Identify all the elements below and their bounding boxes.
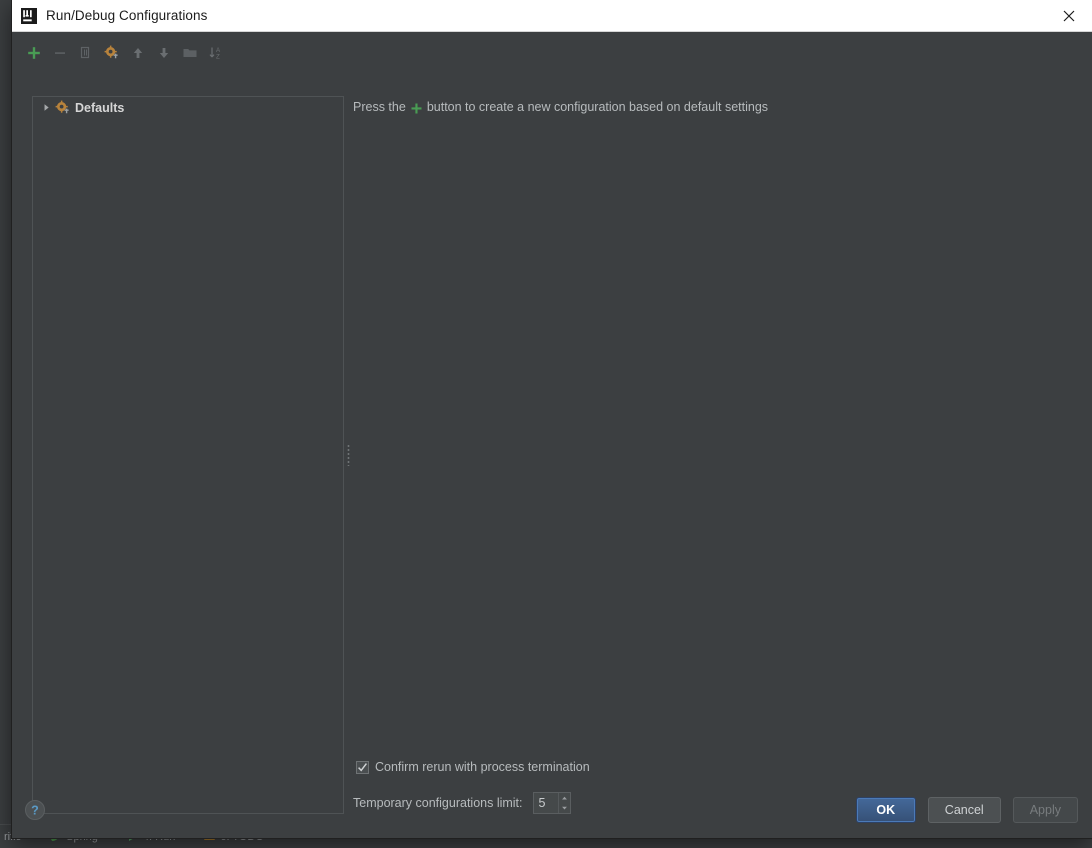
run-configuration-gear-icon bbox=[55, 100, 71, 116]
intellij-idea-logo-icon bbox=[21, 7, 37, 24]
checkbox-checked-icon bbox=[356, 760, 369, 774]
copy-configuration-button[interactable] bbox=[74, 41, 98, 65]
help-question-icon: ? bbox=[25, 800, 45, 820]
confirm-rerun-checkbox[interactable]: Confirm rerun with process termination bbox=[356, 760, 590, 774]
dialog-body: A Z Defaults Press the button to create … bbox=[12, 32, 1092, 838]
dialog-title: Run/Debug Configurations bbox=[46, 8, 208, 23]
configurations-tree-panel[interactable]: Defaults bbox=[32, 96, 344, 814]
grip-dots-icon bbox=[346, 444, 350, 466]
gear-settings-icon bbox=[104, 45, 118, 59]
tree-node-label: Defaults bbox=[75, 100, 125, 115]
dialog-title-bar: Run/Debug Configurations bbox=[12, 0, 1092, 32]
edit-defaults-button[interactable] bbox=[100, 41, 124, 65]
copy-icon bbox=[80, 46, 90, 59]
plus-icon bbox=[28, 47, 40, 59]
cancel-button[interactable]: Cancel bbox=[927, 797, 1001, 823]
svg-text:?: ? bbox=[31, 804, 39, 818]
hint-prefix: Press the bbox=[353, 100, 406, 114]
panel-splitter[interactable] bbox=[344, 96, 352, 814]
sort-configurations-button[interactable]: A Z bbox=[204, 41, 228, 65]
configurations-toolbar: A Z bbox=[22, 38, 228, 68]
new-folder-button[interactable] bbox=[178, 41, 202, 65]
triangle-right-icon[interactable] bbox=[38, 100, 54, 116]
move-up-button[interactable] bbox=[126, 41, 150, 65]
add-configuration-button[interactable] bbox=[22, 41, 46, 65]
minus-icon bbox=[55, 52, 65, 54]
plus-icon bbox=[410, 102, 423, 115]
arrow-down-icon bbox=[159, 48, 169, 58]
close-button[interactable] bbox=[1046, 0, 1092, 31]
empty-state-hint: Press the button to create a new configu… bbox=[353, 100, 768, 114]
sort-alphabetically-icon: A Z bbox=[209, 47, 221, 60]
folder-icon bbox=[183, 49, 197, 57]
move-down-button[interactable] bbox=[152, 41, 176, 65]
run-debug-configurations-dialog: Run/Debug Configurations A Z Defaults Pr… bbox=[12, 0, 1092, 838]
dialog-footer: ? OK Cancel Apply bbox=[12, 782, 1092, 838]
ok-button[interactable]: OK bbox=[855, 797, 916, 823]
confirm-rerun-label: Confirm rerun with process termination bbox=[375, 760, 590, 774]
svg-text:Z: Z bbox=[216, 53, 220, 60]
help-button[interactable]: ? bbox=[24, 799, 46, 821]
apply-button[interactable]: Apply bbox=[1012, 797, 1078, 823]
tree-node-defaults[interactable]: Defaults bbox=[33, 97, 343, 118]
remove-configuration-button[interactable] bbox=[48, 41, 72, 65]
close-icon bbox=[1063, 10, 1075, 21]
hint-suffix: button to create a new configuration bas… bbox=[426, 100, 769, 114]
arrow-up-icon bbox=[133, 48, 143, 58]
